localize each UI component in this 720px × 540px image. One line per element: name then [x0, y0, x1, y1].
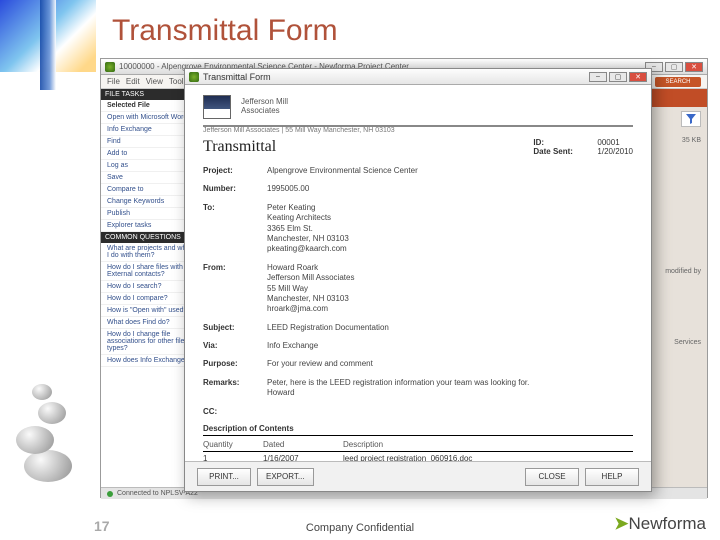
date-sent-value: 1/20/2010: [597, 147, 633, 156]
help-button[interactable]: HELP: [585, 468, 639, 486]
logo-arrow-icon: ➤: [614, 514, 628, 533]
dialog-footer: PRINT... EXPORT... CLOSE HELP: [185, 461, 651, 491]
id-value: 00001: [597, 138, 619, 147]
connection-indicator-icon: [107, 491, 113, 497]
filter-button[interactable]: [681, 111, 701, 127]
menu-view[interactable]: View: [146, 77, 163, 86]
company-address: Jefferson Mill Associates | 55 Mill Way …: [203, 127, 633, 134]
col-dated: Dated: [263, 438, 343, 452]
footer-text: Company Confidential: [0, 522, 720, 534]
col-description: Description: [343, 438, 633, 452]
print-button[interactable]: PRINT...: [197, 468, 251, 486]
number-value: 1995005.00: [267, 184, 633, 194]
contents-heading: Description of Contents: [203, 424, 633, 436]
number-label: Number:: [203, 184, 267, 193]
funnel-icon: [686, 114, 696, 124]
close-dialog-button[interactable]: CLOSE: [525, 468, 579, 486]
app-icon: [105, 62, 115, 72]
dialog-icon: [189, 72, 199, 82]
remarks-value: Peter, here is the LEED registration inf…: [267, 378, 633, 399]
menu-edit[interactable]: Edit: [126, 77, 140, 86]
date-sent-label: Date Sent:: [533, 147, 589, 156]
logo-text: Newforma: [629, 514, 706, 533]
purpose-label: Purpose:: [203, 359, 267, 368]
id-label: ID:: [533, 138, 589, 147]
menu-file[interactable]: File: [107, 77, 120, 86]
dialog-maximize-button[interactable]: ▢: [609, 72, 627, 82]
from-label: From:: [203, 263, 267, 272]
subject-value: LEED Registration Documentation: [267, 323, 633, 333]
company-name: Jefferson MillAssociates: [241, 98, 288, 116]
col-quantity: Quantity: [203, 438, 263, 452]
cc-label: CC:: [203, 407, 267, 416]
remarks-label: Remarks:: [203, 378, 267, 387]
slide-title: Transmittal Form: [112, 14, 338, 48]
export-button[interactable]: EXPORT...: [257, 468, 314, 486]
via-value: Info Exchange: [267, 341, 633, 351]
letterhead: Jefferson MillAssociates: [203, 95, 633, 127]
to-label: To:: [203, 203, 267, 212]
dialog-minimize-button[interactable]: –: [589, 72, 607, 82]
project-label: Project:: [203, 166, 267, 175]
file-size-label: 35 KB: [649, 137, 701, 144]
dialog-title: Transmittal Form: [203, 72, 271, 82]
subject-label: Subject:: [203, 323, 267, 332]
dialog-titlebar: Transmittal Form – ▢ ✕: [185, 69, 651, 85]
transmittal-dialog: Transmittal Form – ▢ ✕ Jefferson MillAss…: [184, 68, 652, 492]
company-logo: [203, 95, 231, 119]
services-label: Services: [649, 339, 701, 346]
form-title: Transmittal: [203, 138, 276, 156]
modified-by-label: modified by: [649, 268, 701, 275]
slide-left-graphic: [0, 0, 96, 540]
from-value: Howard RoarkJefferson Mill Associates55 …: [267, 263, 633, 315]
project-value: Alpengrove Environmental Science Center: [267, 166, 633, 176]
dialog-close-button[interactable]: ✕: [629, 72, 647, 82]
maximize-button[interactable]: ▢: [665, 62, 683, 72]
to-value: Peter KeatingKeating Architects3365 Elm …: [267, 203, 633, 255]
search-button[interactable]: SEARCH: [655, 77, 701, 87]
via-label: Via:: [203, 341, 267, 350]
purpose-value: For your review and comment: [267, 359, 633, 369]
newforma-logo: ➤Newforma: [614, 514, 706, 534]
close-button[interactable]: ✕: [685, 62, 703, 72]
file-details-panel: 35 KB modified by Services: [649, 137, 701, 348]
